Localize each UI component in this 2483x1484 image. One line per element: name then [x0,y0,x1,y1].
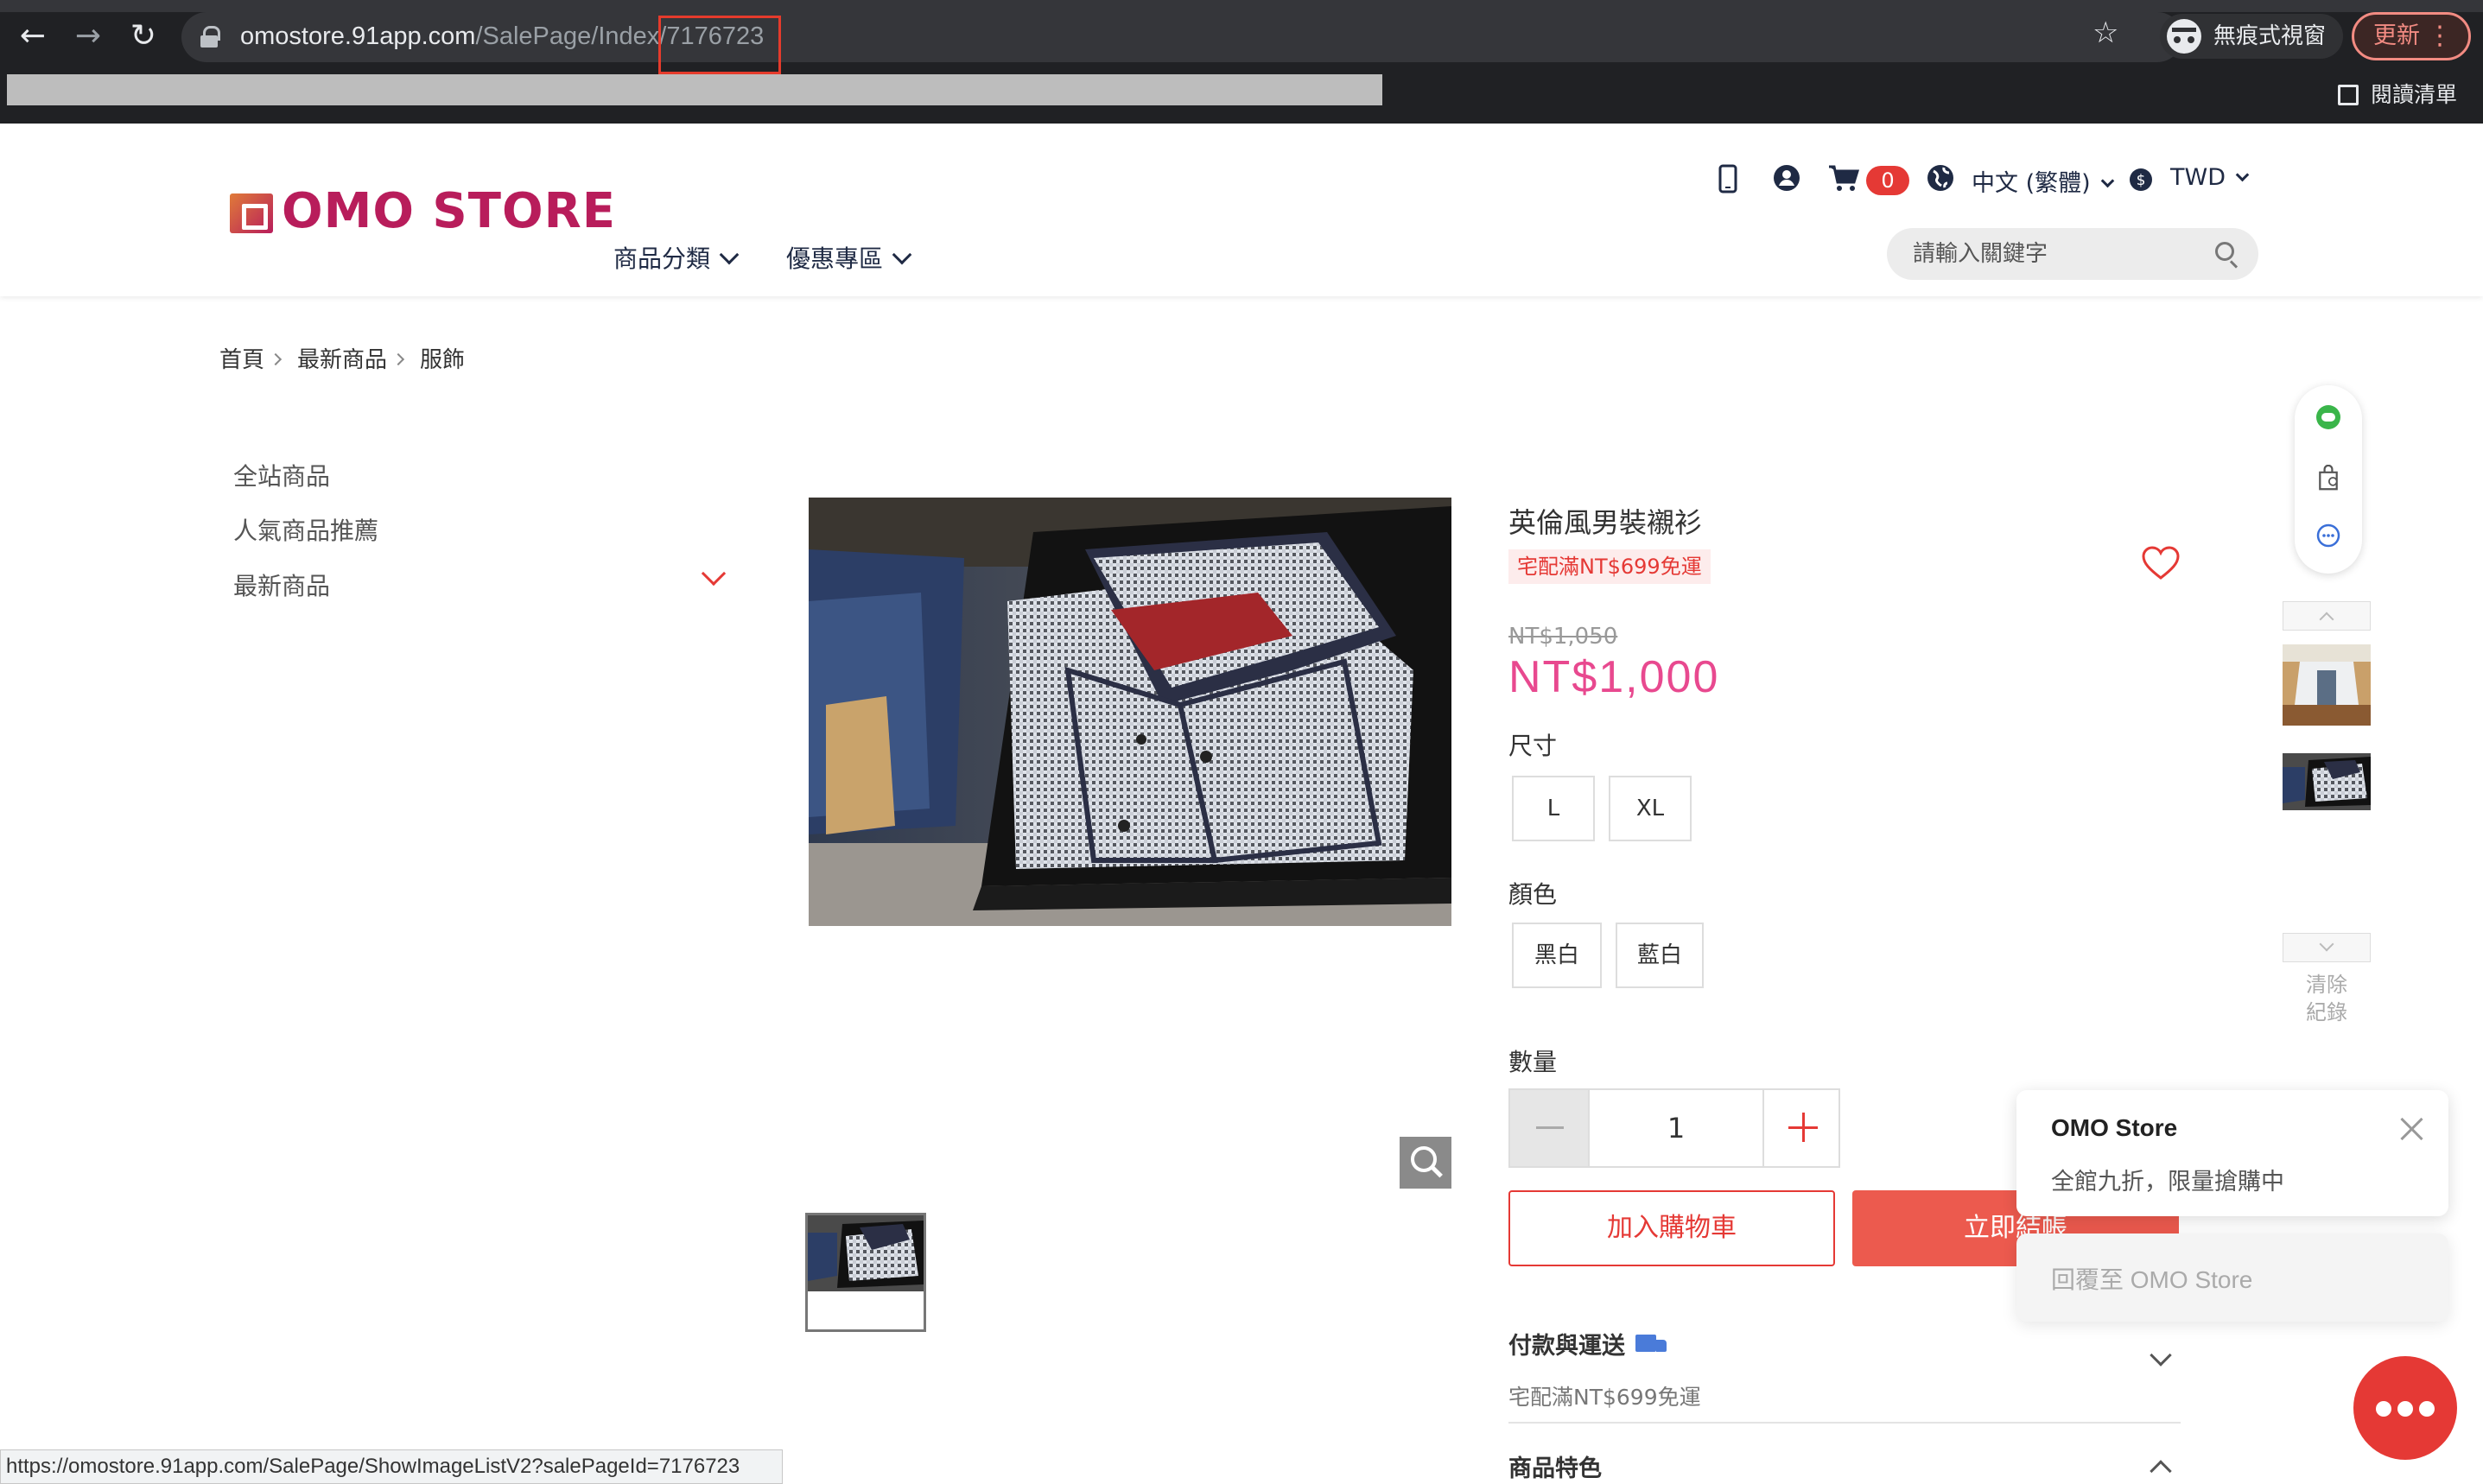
sidebar-item-all-products[interactable]: 全站商品 [233,458,330,492]
lock-icon [200,26,220,48]
product-main-image[interactable] [809,498,1451,926]
floating-action-bar [2295,385,2362,574]
chevron-right-icon [391,352,405,366]
svg-text:$: $ [2137,172,2146,189]
size-option-xl[interactable]: XL [1609,776,1692,841]
search-box [1887,228,2258,280]
user-account-icon[interactable] [1773,164,1800,192]
breadcrumb-new-products[interactable]: 最新商品 [297,347,387,373]
back-icon[interactable]: ← [14,17,52,55]
chevron-down-icon[interactable] [701,561,727,587]
search-icon[interactable] [2215,242,2234,261]
recent-item-2[interactable] [2283,753,2371,810]
quantity-stepper: 1 [1508,1088,1840,1168]
chat-sender-name: OMO Store [2051,1114,2178,1141]
logo-mark-icon [230,193,273,233]
tab-strip [0,0,2483,12]
recent-item-photo [2283,644,2371,726]
chevron-down-icon [2235,168,2250,182]
incognito-indicator[interactable]: 無痕式視窗 [2160,14,2344,59]
chevron-up-icon[interactable] [2150,1460,2172,1482]
search-input[interactable] [1913,240,2198,268]
chevron-down-icon[interactable] [2150,1344,2172,1367]
sidebar-item-popular[interactable]: 人氣商品推薦 [233,512,378,547]
color-option-black-white[interactable]: 黑白 [1512,923,1602,988]
quantity-label: 數量 [1508,1048,1558,1076]
url-highlight-box [658,16,781,74]
breadcrumb-home[interactable]: 首頁 [219,347,264,373]
nav-promotions[interactable]: 優惠專區 [786,240,912,275]
add-to-cart-button[interactable]: 加入購物車 [1508,1190,1835,1266]
clear-history-button[interactable]: 清除紀錄 [2298,971,2355,1026]
mobile-icon[interactable] [1718,164,1738,193]
cart-count-badge[interactable]: 0 [1866,166,1909,195]
shipping-promo-tag: 宅配滿NT$699免運 [1508,549,1711,584]
size-option-l[interactable]: L [1512,776,1595,841]
accordion-divider [1508,1422,2181,1424]
quantity-input[interactable]: 1 [1590,1090,1762,1166]
favorite-heart-icon[interactable] [2141,546,2181,580]
recent-item-photo [2283,753,2371,810]
language-selector[interactable]: 中文 (繁體) [1972,164,2114,198]
payment-shipping-summary: 宅配滿NT$699免運 [1508,1385,1701,1410]
reading-list-button[interactable]: 閱讀清單 [2338,78,2457,109]
reading-list-icon [2338,85,2359,105]
chevron-right-icon [269,352,283,366]
recent-scroll-up-button[interactable] [2283,601,2371,631]
recent-item-1[interactable] [2283,644,2371,726]
line-chat-icon[interactable] [2315,404,2341,430]
currency-selector[interactable]: TWD [2170,164,2250,191]
chevron-down-icon [2319,936,2334,952]
product-title: 英倫風男裝襯衫 [1508,506,1703,539]
chevron-down-icon [892,244,912,265]
menu-dots-icon[interactable]: ⋮ [2427,15,2453,58]
size-label: 尺寸 [1508,732,1558,760]
currency-icon: $ [2130,168,2152,191]
chat-message: 全館九折，限量搶購中 [2051,1169,2284,1195]
color-option-blue-white[interactable]: 藍白 [1616,923,1704,988]
status-bar-url: https://omostore.91app.com/SalePage/Show… [0,1449,783,1484]
breadcrumb-apparel[interactable]: 服飾 [420,347,465,373]
address-bar[interactable]: omostore.91app.com/SalePage/Index/717672… [181,12,2182,74]
product-thumbnail[interactable] [805,1213,926,1332]
chat-launcher-button[interactable] [2353,1356,2457,1460]
accordion-product-features[interactable]: 商品特色 [1508,1449,1602,1483]
recent-scroll-down-button[interactable] [2283,933,2371,962]
quantity-minus-button[interactable] [1510,1090,1590,1166]
chevron-up-icon [2319,612,2334,627]
chat-notification-card[interactable]: OMO Store 全館九折，限量搶購中 [2016,1090,2448,1216]
nav-product-category[interactable]: 商品分類 [613,240,740,275]
cart-icon[interactable] [1828,164,1859,192]
color-label: 顏色 [1508,880,1558,909]
message-icon[interactable] [2315,523,2341,549]
reload-icon[interactable]: ↻ [124,17,162,55]
thumbnail-photo [808,1215,924,1291]
breadcrumb: 首頁 最新商品 服飾 [219,342,465,374]
update-button[interactable]: 更新 ⋮ [2352,12,2471,60]
bookmark-star-icon[interactable]: ☆ [2092,16,2118,50]
original-price: NT$1,050 [1508,624,1618,650]
bookmarks-bar-redacted [7,74,1382,105]
truck-icon [1635,1335,1667,1357]
browser-chrome: ← → ↻ omostore.91app.com/SalePage/Index/… [0,0,2483,124]
chevron-down-icon [2100,174,2114,188]
chat-dot-icon [2419,1401,2435,1417]
shopping-bag-icon[interactable] [2315,465,2341,491]
quantity-plus-button[interactable] [1762,1090,1838,1166]
incognito-icon [2167,19,2201,54]
chevron-down-icon [719,244,740,265]
accordion-payment-shipping[interactable]: 付款與運送 [1508,1327,1667,1360]
chat-reply-field[interactable]: 回覆至 OMO Store [2016,1233,2448,1322]
shirt-photo [809,498,1451,926]
chat-dot-icon [2376,1401,2391,1417]
forward-icon[interactable]: → [69,17,107,55]
globe-icon [1927,165,1953,191]
sale-price: NT$1,000 [1508,652,1720,702]
zoom-magnifier-button[interactable] [1400,1137,1451,1189]
chat-dot-icon [2397,1401,2413,1417]
close-icon[interactable] [2397,1114,2426,1144]
sidebar-item-new-products[interactable]: 最新商品 [233,568,330,602]
